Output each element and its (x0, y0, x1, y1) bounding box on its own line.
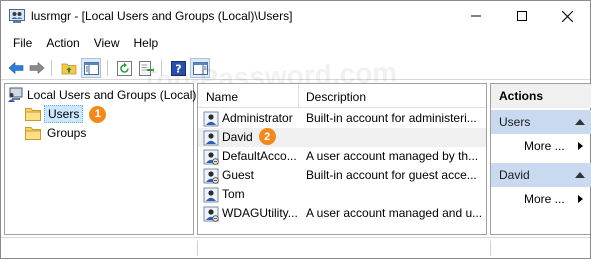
user-description: Built-in account for administeri... (306, 111, 477, 125)
actions-section-label: Users (499, 115, 531, 129)
minimize-icon (471, 15, 481, 17)
status-bar (1, 237, 590, 258)
status-divider (490, 241, 491, 256)
actions-section-users[interactable]: Users (491, 110, 591, 134)
tree-node-groups[interactable]: Groups (25, 124, 86, 142)
menu-file[interactable]: File (7, 33, 38, 53)
tree-label-groups: Groups (47, 126, 87, 140)
step-badge-2: 2 (258, 128, 276, 146)
folder-icon (25, 126, 41, 140)
user-row-david[interactable]: David 2 (198, 128, 486, 147)
actions-section-david[interactable]: David (491, 163, 591, 187)
user-name-text: David (222, 130, 253, 144)
user-icon (203, 111, 219, 127)
user-icon (203, 130, 219, 146)
tree-node-users[interactable]: Users 1 (25, 105, 107, 123)
back-icon (8, 61, 24, 75)
window-title: lusrmgr - [Local Users and Groups (Local… (31, 9, 293, 23)
forward-icon (29, 61, 45, 75)
up-one-level-button[interactable] (59, 58, 79, 78)
users-app-icon (9, 9, 25, 24)
minimize-button[interactable] (453, 1, 499, 31)
actions-section-label: David (499, 168, 530, 182)
actions-pane: Actions Users More ... David More ... (490, 83, 591, 235)
menu-view[interactable]: View (88, 33, 126, 53)
list-header: Name Description (198, 84, 486, 108)
user-row-tom[interactable]: Tom (198, 185, 486, 204)
refresh-button[interactable] (114, 58, 134, 78)
submenu-arrow-icon (578, 142, 583, 150)
user-name: Tom (222, 187, 245, 201)
up-folder-icon (61, 63, 77, 75)
column-header-description[interactable]: Description (306, 90, 366, 104)
maximize-icon (517, 11, 527, 21)
user-icon (203, 149, 219, 165)
step-badge-1: 1 (89, 105, 107, 123)
forward-button[interactable] (27, 58, 47, 78)
mmc-window: lusrmgr - [Local Users and Groups (Local… (0, 0, 591, 259)
refresh-icon (116, 60, 132, 76)
toolbar-separator (51, 60, 52, 76)
show-hide-tree-icon (83, 61, 99, 75)
folder-icon (25, 107, 41, 121)
computer-users-icon (7, 87, 23, 103)
back-button[interactable] (6, 58, 26, 78)
more-label: More ... (524, 139, 565, 153)
menu-bar: File Action View Help (1, 32, 590, 54)
collapse-icon[interactable] (575, 172, 585, 178)
results-list-pane: Name Description Administrator Built-in … (197, 83, 487, 235)
toolbar-separator (107, 60, 108, 76)
maximize-button[interactable] (499, 1, 545, 31)
user-icon (203, 187, 219, 203)
user-name: WDAGUtility... (222, 206, 298, 220)
user-description: A user account managed and u... (306, 206, 483, 220)
actions-more-users[interactable]: More ... (491, 135, 591, 157)
collapse-icon[interactable] (575, 119, 585, 125)
user-row-wdagutility[interactable]: WDAGUtility... A user account managed an… (198, 204, 486, 223)
more-label: More ... (524, 192, 565, 206)
user-name: Administrator (222, 111, 293, 125)
user-description: A user account managed by th... (306, 149, 479, 163)
tree-root-label: Local Users and Groups (Local) (27, 88, 197, 102)
column-divider[interactable] (298, 84, 299, 108)
tree-root-node[interactable]: Local Users and Groups (Local) (7, 86, 196, 104)
user-name: David 2 (222, 128, 276, 146)
submenu-arrow-icon (578, 195, 583, 203)
actions-title: Actions (491, 84, 591, 108)
console-tree-pane: Local Users and Groups (Local) Users 1 G… (4, 83, 196, 235)
user-row-administrator[interactable]: Administrator Built-in account for admin… (198, 109, 486, 128)
close-icon (561, 10, 573, 22)
user-row-guest[interactable]: Guest Built-in account for guest acce... (198, 166, 486, 185)
user-description: Built-in account for guest acce... (306, 168, 477, 182)
user-row-defaultaccount[interactable]: DefaultAcco... A user account managed by… (198, 147, 486, 166)
tree-label-users: Users (44, 105, 84, 123)
status-divider (197, 241, 198, 256)
user-icon (203, 168, 219, 184)
show-hide-tree-button[interactable] (81, 58, 101, 78)
user-icon (203, 206, 219, 222)
menu-action[interactable]: Action (40, 33, 85, 53)
close-button[interactable] (544, 1, 590, 31)
actions-more-david[interactable]: More ... (491, 188, 591, 210)
menu-help[interactable]: Help (128, 33, 165, 53)
user-name: Guest (222, 168, 255, 182)
column-header-name[interactable]: Name (206, 90, 238, 104)
title-bar[interactable]: lusrmgr - [Local Users and Groups (Local… (1, 1, 590, 31)
user-name: DefaultAcco... (222, 149, 297, 163)
